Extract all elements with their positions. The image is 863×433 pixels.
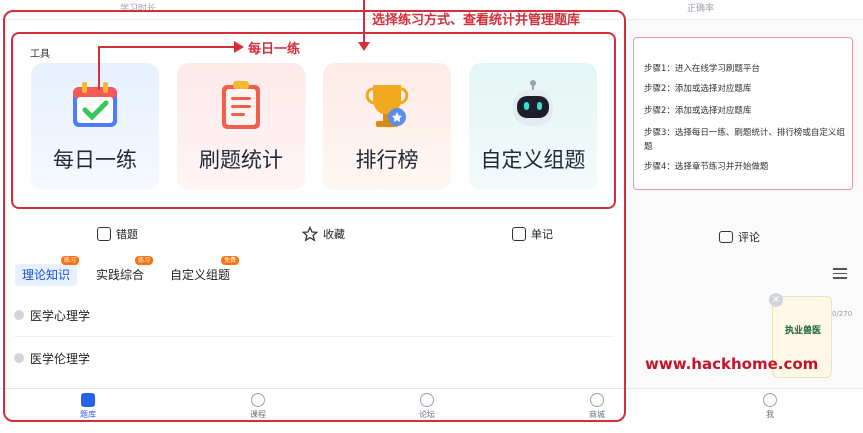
step-text: 步骤3：选择每日一练、刷题统计、排行榜或自定义组题 <box>644 128 845 152</box>
annotation-arrow-down-stem <box>363 0 365 44</box>
annotation-arrow-down-head <box>358 42 370 51</box>
tab-comments[interactable]: 评论 <box>719 229 760 245</box>
nav-me[interactable]: 我 <box>750 393 790 420</box>
accuracy-label: 正确率 <box>687 4 715 14</box>
right-panel: 正确率 步骤1：进入在线学习刷题平台 步骤2：添加或选择对应题库 步骤2：添加或… <box>627 0 863 433</box>
screen: 学习时长 工具 每日一练 刷题统计 排行榜 自定义组题 每日一练 错题 收藏 单… <box>0 0 863 433</box>
promo-text: 执业兽医 <box>784 326 821 336</box>
watermark: www.hackhome.com <box>645 355 819 373</box>
menu-icon[interactable] <box>833 268 847 282</box>
steps-box: 步骤1：进入在线学习刷题平台 步骤2：添加或选择对应题库 步骤2：添加或选择对应… <box>633 37 853 190</box>
annotation-outer-highlight <box>3 10 626 422</box>
comment-icon <box>719 231 733 243</box>
right-bottom-nav: 我 <box>627 388 863 433</box>
step-text: 步骤2：添加或选择对应题库 <box>644 84 752 94</box>
nav-me-label: 我 <box>766 410 774 419</box>
right-stats-strip: 正确率 <box>627 0 863 20</box>
page-count: 0/270 <box>832 310 853 318</box>
annotation-title: 选择练习方式、查看统计并管理题库 <box>372 13 581 28</box>
app-panel: 学习时长 工具 每日一练 刷题统计 排行榜 自定义组题 每日一练 错题 收藏 单… <box>0 0 627 433</box>
step-text: 步骤1：进入在线学习刷题平台 <box>644 64 760 74</box>
step-text: 步骤4：选择章节练习并开始做题 <box>644 162 769 172</box>
tab-comments-label: 评论 <box>738 231 760 244</box>
step-text: 步骤2：添加或选择对应题库 <box>644 106 752 116</box>
user-icon <box>763 393 777 407</box>
close-icon[interactable]: × <box>769 293 783 307</box>
